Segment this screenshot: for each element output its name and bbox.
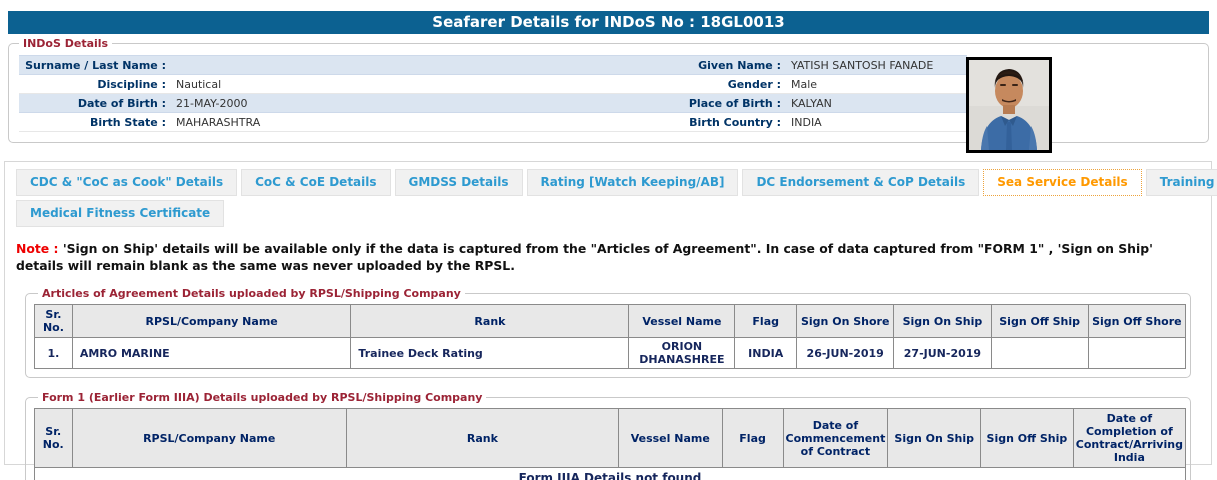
- col-rank: Rank: [346, 409, 618, 468]
- cell-sign-on-shore: 26-JUN-2019: [797, 338, 894, 369]
- date-of-birth-label: Date of Birth :: [19, 94, 174, 113]
- seafarer-photo: [966, 57, 1052, 153]
- col-rpsl-company-name: RPSL/Company Name: [72, 409, 346, 468]
- indos-row-1: Surname / Last Name : Given Name : YATIS…: [19, 56, 967, 75]
- articles-of-agreement-panel: Articles of Agreement Details uploaded b…: [25, 287, 1191, 378]
- col-sign-off-shore: Sign Off Shore: [1088, 305, 1185, 338]
- form1-empty-row: Form IIIA Details not found: [35, 468, 1186, 480]
- tab-rating-watch-keeping[interactable]: Rating [Watch Keeping/AB]: [527, 169, 739, 196]
- articles-of-agreement-table: Sr. No. RPSL/Company Name Rank Vessel Na…: [34, 304, 1186, 369]
- cell-sign-on-ship: 27-JUN-2019: [894, 338, 991, 369]
- tab-dc-endorsement-cop[interactable]: DC Endorsement & CoP Details: [742, 169, 979, 196]
- birth-state-value: MAHARASHTRA: [174, 113, 619, 132]
- articles-of-agreement-legend: Articles of Agreement Details uploaded b…: [38, 287, 465, 300]
- note-prefix: Note :: [16, 241, 58, 256]
- col-vessel-name: Vessel Name: [629, 305, 735, 338]
- indos-details-legend: INDoS Details: [19, 37, 112, 50]
- col-flag: Flag: [735, 305, 797, 338]
- tab-sea-service[interactable]: Sea Service Details: [983, 169, 1141, 196]
- given-name-label: Given Name :: [619, 56, 789, 75]
- col-sign-on-ship: Sign On Ship: [894, 305, 991, 338]
- cell-flag: INDIA: [735, 338, 797, 369]
- articles-header-row: Sr. No. RPSL/Company Name Rank Vessel Na…: [35, 305, 1186, 338]
- table-row: 1. AMRO MARINE Trainee Deck Rating ORION…: [35, 338, 1186, 369]
- indos-row-2: Discipline : Nautical Gender : Male: [19, 75, 967, 94]
- cell-sign-off-shore: [1088, 338, 1185, 369]
- birth-country-value: INDIA: [789, 113, 967, 132]
- col-rpsl-company-name: RPSL/Company Name: [72, 305, 351, 338]
- cell-sign-off-ship: [991, 338, 1088, 369]
- col-rank: Rank: [351, 305, 629, 338]
- col-vessel-name: Vessel Name: [618, 409, 722, 468]
- indos-details-table: Surname / Last Name : Given Name : YATIS…: [19, 55, 967, 132]
- indos-row-3: Date of Birth : 21-MAY-2000 Place of Bir…: [19, 94, 967, 113]
- surname-label: Surname / Last Name :: [19, 56, 174, 75]
- sign-on-ship-note: Note : 'Sign on Ship' details will be av…: [16, 240, 1199, 274]
- place-of-birth-value: KALYAN: [789, 94, 967, 113]
- tab-training[interactable]: Training Details: [1146, 169, 1217, 196]
- indos-details-panel: INDoS Details Surname / Last Name : Give…: [8, 37, 1209, 143]
- gender-label: Gender :: [619, 75, 789, 94]
- note-text: 'Sign on Ship' details will be available…: [16, 241, 1153, 273]
- indos-row-4: Birth State : MAHARASHTRA Birth Country …: [19, 113, 967, 132]
- tab-coc-coe[interactable]: CoC & CoE Details: [241, 169, 390, 196]
- form1-not-found-message: Form IIIA Details not found: [35, 468, 1186, 480]
- cell-rpsl-company-name: AMRO MARINE: [72, 338, 351, 369]
- tab-strip-row-1: CDC & "CoC as Cook" Details CoC & CoE De…: [16, 169, 1205, 196]
- date-of-birth-value: 21-MAY-2000: [174, 94, 619, 113]
- form1-table: Sr. No. RPSL/Company Name Rank Vessel Na…: [34, 408, 1186, 480]
- birth-country-label: Birth Country :: [619, 113, 789, 132]
- given-name-value: YATISH SANTOSH FANADE: [789, 56, 967, 75]
- col-sign-off-ship: Sign Off Ship: [981, 409, 1074, 468]
- cell-rank: Trainee Deck Rating: [351, 338, 629, 369]
- col-sign-on-shore: Sign On Shore: [797, 305, 894, 338]
- form1-legend: Form 1 (Earlier Form IIIA) Details uploa…: [38, 391, 486, 404]
- surname-value: [174, 56, 619, 75]
- gender-value: Male: [789, 75, 967, 94]
- col-sr-no: Sr. No.: [35, 409, 73, 468]
- col-sign-on-ship: Sign On Ship: [888, 409, 981, 468]
- col-sign-off-ship: Sign Off Ship: [991, 305, 1088, 338]
- form1-header-row: Sr. No. RPSL/Company Name Rank Vessel Na…: [35, 409, 1186, 468]
- cell-sr-no: 1.: [35, 338, 73, 369]
- birth-state-label: Birth State :: [19, 113, 174, 132]
- tab-cdc-coc-as-cook[interactable]: CDC & "CoC as Cook" Details: [16, 169, 237, 196]
- place-of-birth-label: Place of Birth :: [619, 94, 789, 113]
- col-date-of-commencement: Date of Commencement of Contract: [783, 409, 888, 468]
- discipline-label: Discipline :: [19, 75, 174, 94]
- page-title: Seafarer Details for INDoS No : 18GL0013: [8, 11, 1209, 34]
- cell-vessel-name: ORION DHANASHREE: [629, 338, 735, 369]
- col-sr-no: Sr. No.: [35, 305, 73, 338]
- col-date-of-completion: Date of Completion of Contract/Arriving …: [1073, 409, 1185, 468]
- discipline-value: Nautical: [174, 75, 619, 94]
- tab-strip-row-2: Medical Fitness Certificate: [16, 200, 1205, 227]
- col-flag: Flag: [722, 409, 783, 468]
- tab-medical-fitness[interactable]: Medical Fitness Certificate: [16, 200, 224, 227]
- tab-gmdss[interactable]: GMDSS Details: [395, 169, 523, 196]
- form1-panel: Form 1 (Earlier Form IIIA) Details uploa…: [25, 391, 1191, 480]
- tab-content-container: CDC & "CoC as Cook" Details CoC & CoE De…: [4, 161, 1212, 465]
